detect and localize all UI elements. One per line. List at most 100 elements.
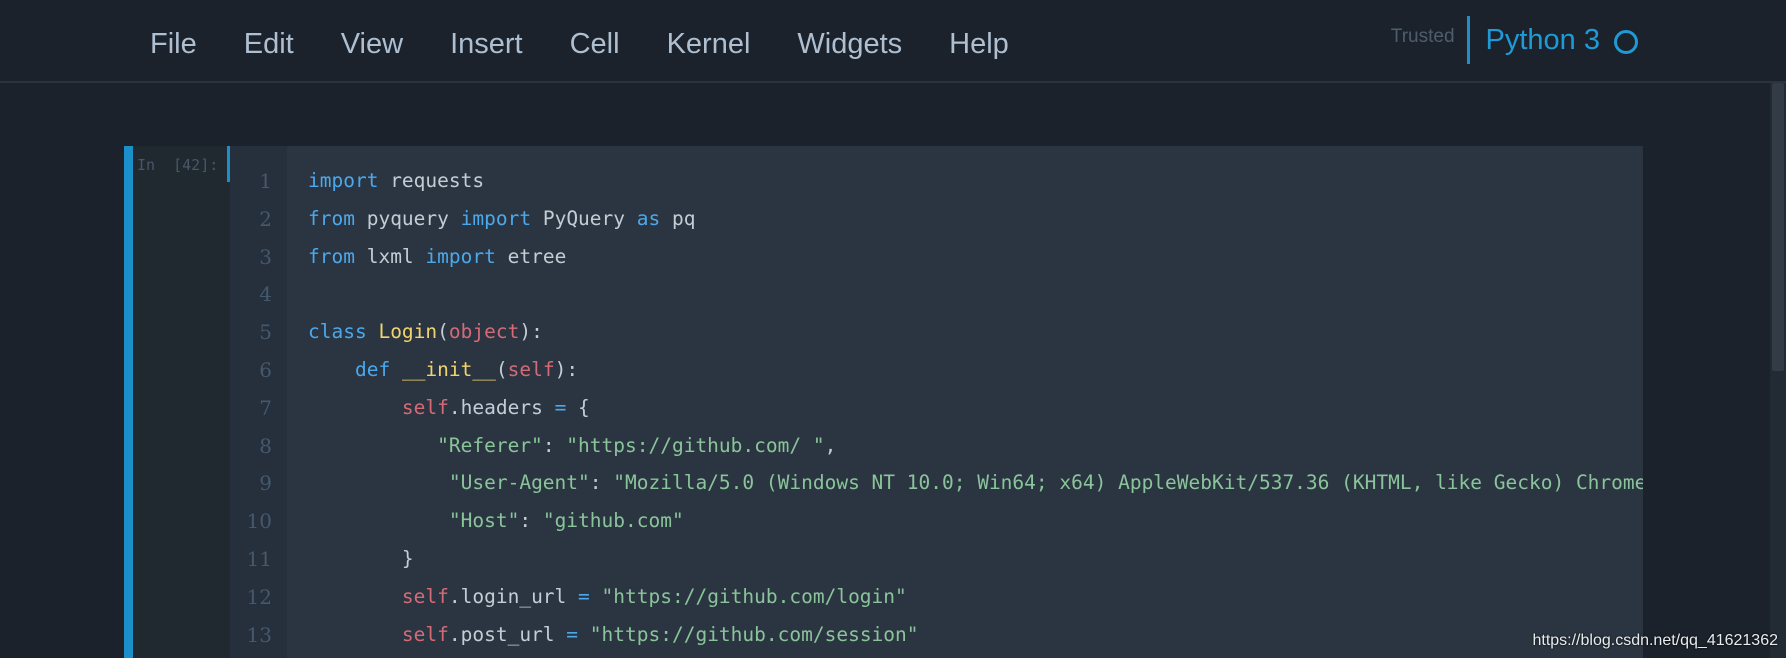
code-token: requests [378, 169, 485, 192]
code-token: "Referer" [437, 433, 543, 457]
code-line: import requests [308, 169, 484, 193]
code-token: self [401, 622, 449, 646]
menu-items: File Edit View Insert Cell Kernel Widget… [150, 26, 1056, 62]
code-line: def __init__(self): [308, 358, 578, 382]
menu-cell[interactable]: Cell [570, 26, 620, 62]
code-token: { [566, 395, 590, 419]
code-token: self [507, 358, 555, 381]
kernel-idle-circle-icon [1614, 30, 1638, 54]
code-token: "Mozilla/5.0 (Windows NT 10.0; Win64; x6… [613, 471, 1643, 495]
scrollbar-thumb[interactable] [1772, 83, 1784, 371]
code-token: .login_url [448, 584, 579, 608]
code-token: = [554, 395, 567, 419]
code-token: pq [660, 206, 696, 230]
watermark: https://blog.csdn.net/qq_41621362 [1532, 632, 1778, 649]
line-number-gutter: 1 2 3 4 5 6 7 8 9 10 11 12 13 [230, 146, 287, 658]
cell-prompt: In [42]: [137, 156, 219, 174]
trusted-indicator[interactable]: Trusted [1391, 26, 1455, 48]
page-scrollbar[interactable] [1770, 83, 1786, 658]
code-token: "https://github.com/login" [601, 584, 907, 608]
code-token: : [589, 471, 614, 495]
code-token: } [308, 547, 414, 570]
code-line: "Host": "github.com" [308, 509, 684, 533]
kernel-name[interactable]: Python 3 [1486, 24, 1600, 57]
code-token: = [566, 622, 579, 646]
menu-widgets[interactable]: Widgets [797, 26, 902, 62]
code-token: from [308, 244, 355, 268]
line-number: 7 [259, 395, 272, 420]
code-token: import [308, 169, 379, 192]
menu-bar: File Edit View Insert Cell Kernel Widget… [0, 0, 1786, 83]
code-token: , [824, 433, 837, 457]
kernel-status-area: Trusted Python 3 [1391, 16, 1638, 64]
code-token: : [519, 509, 543, 533]
code-token: class [308, 320, 367, 344]
code-cell[interactable]: In [42]: 1 2 3 4 5 6 7 8 9 10 11 12 13 import reques… [124, 146, 1643, 658]
code-line: "User-Agent": "Mozilla/5.0 (Windows NT 1… [308, 471, 1643, 495]
code-token: self [401, 395, 449, 419]
cell-selected-bar [124, 146, 133, 658]
code-line: } [308, 547, 414, 571]
code-token: def [354, 358, 391, 381]
line-number: 11 [246, 547, 272, 571]
line-number: 6 [259, 358, 272, 382]
code-token: import [460, 206, 532, 230]
line-number: 8 [259, 433, 272, 458]
code-line: self.post_url = "https://github.com/sess… [308, 623, 919, 647]
code-line: self.headers = { [308, 396, 590, 420]
code-editor[interactable]: import requests from pyquery import PyQue… [287, 146, 1643, 658]
kernel-separator [1466, 16, 1470, 64]
menu-view[interactable]: View [341, 26, 403, 62]
code-token: Login [378, 320, 438, 344]
code-token: self [401, 584, 449, 608]
line-number: 4 [259, 282, 272, 307]
code-token: "https://github.com/ " [566, 433, 825, 457]
line-number: 1 [259, 169, 272, 193]
menu-help[interactable]: Help [949, 26, 1009, 62]
line-number: 2 [259, 206, 272, 231]
menu-kernel[interactable]: Kernel [667, 26, 751, 62]
code-token: from [308, 206, 355, 230]
code-line: self.login_url = "https://github.com/log… [308, 585, 907, 609]
code-token: __init__ [401, 358, 496, 381]
line-number: 13 [246, 622, 272, 647]
code-token: ( [495, 358, 508, 381]
menu-insert[interactable]: Insert [450, 26, 523, 62]
line-number: 12 [246, 584, 272, 609]
code-token: ): [554, 358, 579, 381]
code-line: from pyquery import PyQuery as pq [308, 207, 695, 231]
code-token: = [578, 584, 590, 608]
code-token: as [636, 206, 661, 230]
code-token: "Host" [448, 509, 520, 533]
code-token: lxml [354, 244, 426, 268]
code-token: "User-Agent" [448, 471, 590, 495]
code-token: import [425, 244, 496, 268]
code-token: pyquery [354, 206, 461, 230]
line-number: 5 [259, 320, 272, 345]
menu-file[interactable]: File [150, 26, 197, 62]
code-line: class Login(object): [308, 320, 543, 344]
code-token: object [448, 320, 520, 344]
menu-edit[interactable]: Edit [244, 26, 294, 62]
code-token: ): [519, 320, 543, 344]
code-token: .post_url [448, 622, 567, 646]
code-token: ( [437, 320, 449, 344]
code-token: .headers [448, 395, 555, 419]
code-token: "https://github.com/session" [589, 622, 919, 646]
line-number: 3 [259, 244, 272, 269]
line-number: 9 [259, 471, 272, 496]
code-token: "github.com" [542, 509, 684, 533]
code-token: etree [495, 244, 567, 268]
code-token: : [542, 433, 567, 457]
